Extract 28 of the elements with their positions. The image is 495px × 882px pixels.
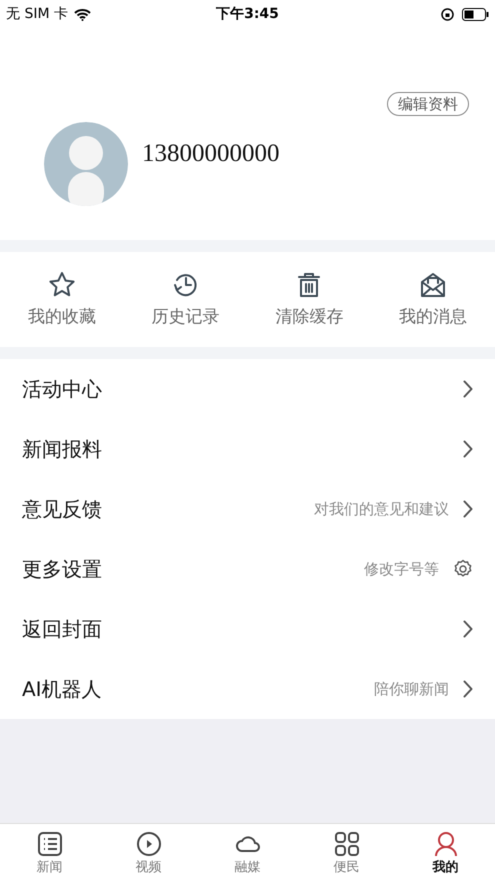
wifi-icon [74,8,91,20]
tab[interactable]: 新闻 [0,824,99,882]
quick-action[interactable]: 我的收藏 [0,252,124,347]
rotation-lock-icon [441,8,454,20]
settings-icon [453,559,473,579]
quick-action[interactable]: 历史记录 [124,252,248,347]
carrier-text: 无 SIM 卡 [6,5,68,23]
battery-icon [462,8,490,20]
tab[interactable]: 便民 [297,824,396,882]
tab[interactable]: 视频 [99,824,198,882]
play-icon [136,830,162,856]
envelope-icon [419,271,448,299]
chevron-right-icon [463,680,473,698]
quick-action[interactable]: 清除缓存 [248,252,372,347]
chevron-right-icon [463,500,473,518]
list-icon [36,830,62,856]
chevron-right-icon [463,440,473,458]
chevron-right-icon [463,380,473,398]
phone-number: 13800000000 [142,140,280,168]
grid-icon [334,830,360,856]
tab[interactable]: 我的 [396,824,495,882]
person-icon [432,830,458,856]
status-time: 下午3:45 [216,5,279,23]
star-icon [48,271,76,299]
tab[interactable]: 融媒 [198,824,297,882]
quick-action[interactable]: 我的消息 [371,252,495,347]
edit-profile-button[interactable]: 编辑资料 [387,92,469,116]
chevron-right-icon [463,620,473,638]
